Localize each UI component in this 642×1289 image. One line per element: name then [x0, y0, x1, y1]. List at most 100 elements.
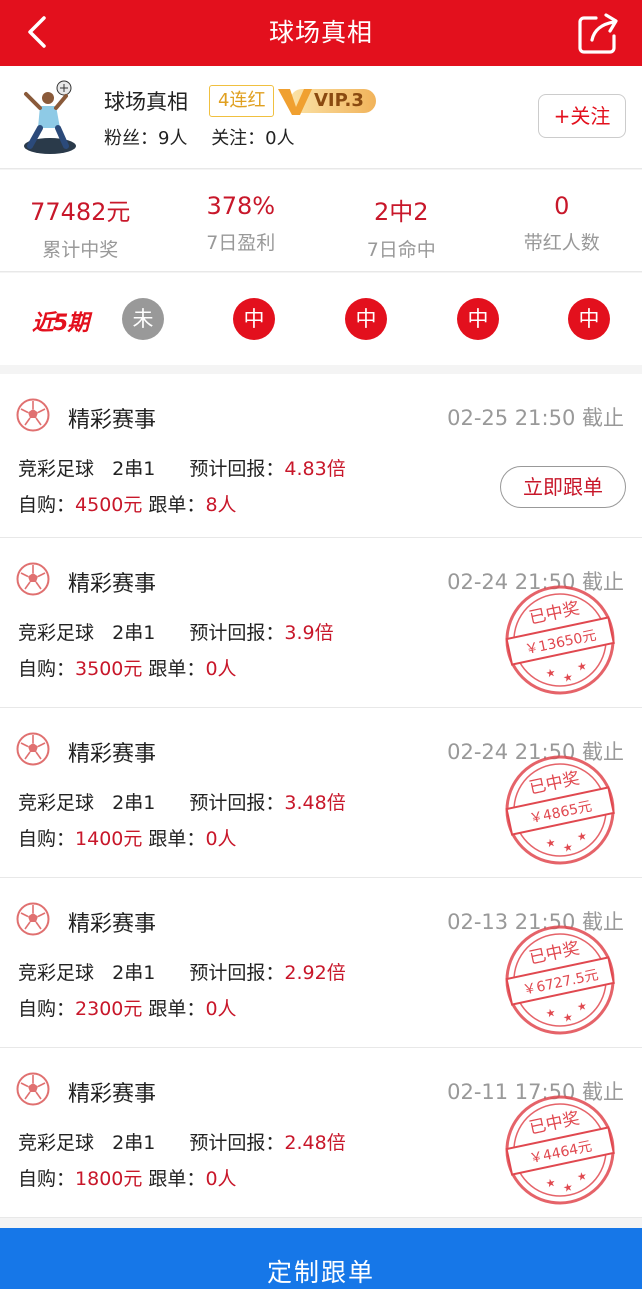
follow-label: 跟单：: [148, 998, 206, 1020]
buy-value: 3500元: [75, 658, 143, 680]
follow-button[interactable]: +关注: [538, 94, 626, 138]
star-icon: ★: [545, 836, 557, 851]
star-icon: ★: [576, 659, 588, 674]
stat-followers-won: 0 带红人数: [482, 170, 642, 271]
avatar[interactable]: [20, 80, 80, 156]
winning-stamp: 已中奖￥13650元★ ★★: [505, 585, 615, 695]
return-value: 4.83倍: [284, 458, 346, 480]
follow-value: 0人: [205, 1168, 237, 1190]
plan-list: 精彩赛事 02-25 21:50 截止 竞彩足球 2串1 预计回报：4.83倍 …: [0, 374, 642, 1218]
recent-label: 近5期: [32, 311, 89, 336]
plan-detail-line: 竞彩足球 2串1 预计回报：4.83倍: [18, 454, 346, 481]
star-icon: ★: [576, 829, 588, 844]
buy-label: 自购：: [18, 1168, 76, 1190]
plan-item[interactable]: 精彩赛事 02-11 17:50 截止 竞彩足球 2串1 预计回报：2.48倍 …: [0, 1048, 642, 1218]
lottery-type: 竞彩足球: [18, 792, 95, 814]
plan-buy-line: 自购：4500元 跟单：8人: [18, 490, 237, 517]
plan-buy-line: 自购：2300元 跟单：0人: [18, 994, 237, 1021]
lottery-type: 竞彩足球: [18, 1132, 95, 1154]
star-icon: ★: [545, 1176, 557, 1191]
stat-label: 带红人数: [523, 232, 600, 254]
stat-label: 7日命中: [366, 239, 436, 261]
follow-label: 跟单：: [148, 658, 206, 680]
winning-stamp: 已中奖￥4464元★ ★★: [505, 1095, 615, 1205]
plan-item[interactable]: 精彩赛事 02-24 21:50 截止 竞彩足球 2串1 预计回报：3.48倍 …: [0, 708, 642, 878]
return-value: 2.92倍: [284, 962, 346, 984]
pass-type: 2串1: [112, 622, 156, 644]
star-icon: ★: [576, 999, 588, 1014]
pass-type: 2串1: [112, 792, 156, 814]
plan-detail-line: 竞彩足球 2串1 预计回报：3.48倍: [18, 788, 346, 815]
plan-buy-line: 自购：1400元 跟单：0人: [18, 824, 237, 851]
buy-value: 1400元: [75, 828, 143, 850]
plan-detail-line: 竞彩足球 2串1 预计回报：2.48倍: [18, 1128, 346, 1155]
event-title: 精彩赛事: [68, 1082, 157, 1107]
buy-label: 自购：: [18, 998, 76, 1020]
buy-value: 2300元: [75, 998, 143, 1020]
star-icon: ★: [576, 1169, 588, 1184]
stat-label: 累计中奖: [42, 239, 119, 261]
return-value: 2.48倍: [284, 1132, 346, 1154]
winning-stamp: 已中奖￥6727.5元★ ★★: [505, 925, 615, 1035]
follow-label: 跟单：: [148, 494, 206, 516]
plan-item[interactable]: 精彩赛事 02-25 21:50 截止 竞彩足球 2串1 预计回报：4.83倍 …: [0, 374, 642, 538]
buy-value: 4500元: [75, 494, 143, 516]
return-value: 3.48倍: [284, 792, 346, 814]
fans-count: 粉丝：9人: [104, 128, 188, 149]
soccer-ball-icon: [16, 1072, 50, 1106]
summary-stats: 77482元 累计中奖 378% 7日盈利 2中2 7日命中 0 带红人数: [0, 170, 642, 272]
result-dot: 中: [457, 298, 499, 340]
soccer-ball-icon: [16, 902, 50, 936]
star-icon: ★: [545, 1006, 557, 1021]
top-bar: 球场真相: [0, 0, 642, 66]
lottery-type: 竞彩足球: [18, 622, 95, 644]
return-label: 预计回报：: [189, 1132, 285, 1154]
plan-detail-line: 竞彩足球 2串1 预计回报：2.92倍: [18, 958, 346, 985]
event-title: 精彩赛事: [68, 912, 157, 937]
stat-value: 378%: [206, 192, 276, 220]
plan-detail-line: 竞彩足球 2串1 预计回报：3.9倍: [18, 618, 334, 645]
plan-item[interactable]: 精彩赛事 02-24 21:50 截止 竞彩足球 2串1 预计回报：3.9倍 自…: [0, 538, 642, 708]
stat-value: 77482元: [30, 198, 131, 226]
custom-follow-button[interactable]: 定制跟单: [0, 1228, 642, 1289]
star-icon: ★: [562, 1180, 574, 1195]
event-title: 精彩赛事: [68, 572, 157, 597]
result-dot: 中: [345, 298, 387, 340]
return-label: 预计回报：: [189, 792, 285, 814]
pass-type: 2串1: [112, 962, 156, 984]
return-value: 3.9倍: [284, 622, 334, 644]
page-title: 球场真相: [268, 18, 373, 47]
following-count: 关注：0人: [211, 128, 295, 149]
winning-stamp: 已中奖￥4865元★ ★★: [505, 755, 615, 865]
plan-buy-line: 自购：3500元 跟单：0人: [18, 654, 237, 681]
vip-badge: VIP.3: [276, 85, 378, 117]
plan-buy-line: 自购：1800元 跟单：0人: [18, 1164, 237, 1191]
follow-value: 0人: [205, 998, 237, 1020]
buy-value: 1800元: [75, 1168, 143, 1190]
return-label: 预计回报：: [189, 962, 285, 984]
follow-now-button[interactable]: 立即跟单: [500, 466, 626, 508]
event-title: 精彩赛事: [68, 742, 157, 767]
lottery-type: 竞彩足球: [18, 458, 95, 480]
soccer-ball-icon: [16, 732, 50, 766]
follow-label: 跟单：: [148, 1168, 206, 1190]
star-icon: ★: [562, 670, 574, 685]
stat-7day-hits: 2中2 7日命中: [321, 170, 482, 271]
event-deadline: 02-25 21:50 截止: [447, 406, 624, 430]
profile-card: 球场真相 4连红 VIP.3 粉丝：9人 关注：0人 +关注: [0, 66, 642, 169]
soccer-ball-icon: [16, 562, 50, 596]
buy-label: 自购：: [18, 494, 76, 516]
stat-value: 0: [554, 192, 570, 220]
buy-label: 自购：: [18, 828, 76, 850]
return-label: 预计回报：: [189, 458, 285, 480]
stat-7day-profit: 378% 7日盈利: [161, 170, 322, 271]
return-label: 预计回报：: [189, 622, 285, 644]
follow-value: 8人: [205, 494, 237, 516]
plan-item[interactable]: 精彩赛事 02-13 21:50 截止 竞彩足球 2串1 预计回报：2.92倍 …: [0, 878, 642, 1048]
profile-stats: 粉丝：9人 关注：0人: [104, 124, 313, 150]
event-title: 精彩赛事: [68, 408, 157, 433]
stat-value: 2中2: [373, 198, 429, 226]
star-icon: ★: [562, 1010, 574, 1025]
share-icon[interactable]: [576, 10, 622, 56]
pass-type: 2串1: [112, 1132, 156, 1154]
